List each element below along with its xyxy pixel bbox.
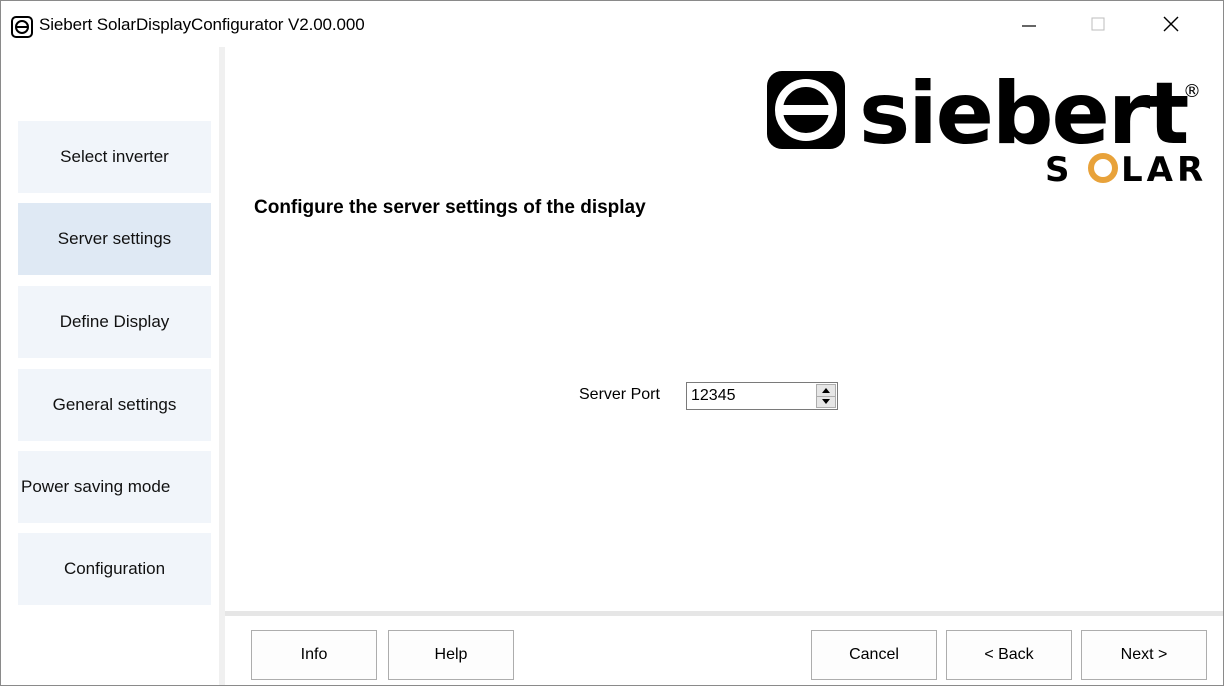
sidebar-item-define-display[interactable]: Define Display bbox=[18, 286, 211, 358]
sidebar-item-general-settings[interactable]: General settings bbox=[18, 369, 211, 441]
sidebar-item-label: Power saving mode bbox=[21, 477, 171, 496]
arrow-down-icon bbox=[822, 399, 830, 405]
close-button[interactable] bbox=[1148, 1, 1194, 47]
page-heading: Configure the server settings of the dis… bbox=[254, 197, 646, 218]
registered-mark: ® bbox=[1183, 81, 1201, 102]
spin-down-button[interactable] bbox=[816, 396, 836, 408]
sidebar-item-label: General settings bbox=[52, 395, 177, 414]
spin-up-button[interactable] bbox=[816, 384, 836, 397]
siebert-app-icon bbox=[11, 16, 33, 38]
server-port-input[interactable] bbox=[687, 383, 811, 409]
info-button[interactable]: Info bbox=[251, 630, 377, 680]
app-window: Siebert SolarDisplayConfigurator V2.00.0… bbox=[0, 0, 1224, 686]
sidebar-item-power-saving-mode[interactable]: Power saving mode bbox=[18, 451, 211, 523]
minimize-icon bbox=[1022, 25, 1036, 27]
arrow-up-icon bbox=[822, 387, 830, 393]
cancel-button[interactable]: Cancel bbox=[811, 630, 937, 680]
server-port-stepper[interactable] bbox=[686, 382, 838, 410]
main-panel: siebert ® S LAR Configure the server set… bbox=[225, 47, 1223, 613]
sidebar-item-label: Select inverter bbox=[60, 147, 169, 166]
spin-buttons bbox=[816, 384, 836, 408]
maximize-button[interactable] bbox=[1075, 1, 1121, 47]
window-title: Siebert SolarDisplayConfigurator V2.00.0… bbox=[39, 15, 365, 34]
svg-text:S: S bbox=[1045, 150, 1074, 185]
sidebar-item-label: Server settings bbox=[57, 229, 172, 248]
next-button[interactable]: Next > bbox=[1081, 630, 1207, 680]
server-port-label: Server Port bbox=[579, 386, 660, 403]
title-bar[interactable]: Siebert SolarDisplayConfigurator V2.00.0… bbox=[1, 1, 1223, 47]
minimize-button[interactable] bbox=[1006, 1, 1052, 47]
sidebar-item-label: Configuration bbox=[63, 559, 166, 578]
wizard-sidebar: Select inverter Server settings Define D… bbox=[1, 47, 219, 685]
footer-bar: Info Help Cancel < Back Next > bbox=[225, 616, 1223, 685]
maximize-icon bbox=[1091, 17, 1105, 31]
help-button[interactable]: Help bbox=[388, 630, 514, 680]
sidebar-item-label: Define Display bbox=[59, 312, 170, 331]
siebert-solar-logo: siebert ® S LAR bbox=[767, 67, 1203, 185]
sidebar-item-select-inverter[interactable]: Select inverter bbox=[18, 121, 211, 193]
sidebar-item-server-settings[interactable]: Server settings bbox=[18, 203, 211, 275]
sidebar-item-configuration[interactable]: Configuration bbox=[18, 533, 211, 605]
close-icon bbox=[1163, 16, 1179, 32]
back-button[interactable]: < Back bbox=[946, 630, 1072, 680]
svg-text:LAR: LAR bbox=[1121, 150, 1203, 185]
